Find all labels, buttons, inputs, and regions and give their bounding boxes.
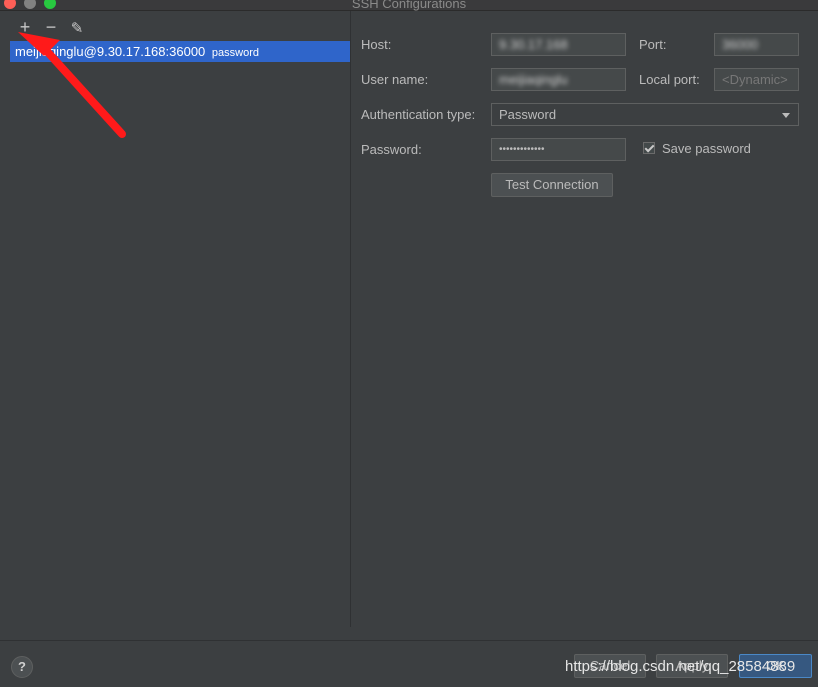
user-name-label: User name:	[361, 72, 429, 87]
password-field[interactable]: •••••••••••••	[491, 138, 626, 161]
save-password-checkbox[interactable]	[643, 142, 655, 154]
user-name-field[interactable]: meijiaqinglu	[491, 68, 626, 91]
auth-type-label: Authentication type:	[361, 107, 476, 122]
plus-icon: +	[19, 17, 31, 37]
config-host-label: meijiaqinglu@9.30.17.168:36000	[15, 44, 206, 59]
port-field[interactable]: 36000	[714, 33, 799, 56]
help-button[interactable]: ?	[11, 656, 33, 678]
config-list-item[interactable]: meijiaqinglu@9.30.17.168:36000 password	[10, 41, 350, 62]
auth-type-select[interactable]: Password	[491, 103, 799, 126]
save-password-label: Save password	[662, 141, 751, 156]
apply-button[interactable]: Apply	[656, 654, 728, 678]
local-port-field[interactable]: <Dynamic>	[714, 68, 799, 91]
minus-icon: −	[45, 17, 57, 37]
chevron-down-icon	[782, 113, 790, 118]
host-field[interactable]: 9.30.17.168	[491, 33, 626, 56]
footer-divider	[0, 640, 818, 641]
test-connection-button[interactable]: Test Connection	[491, 173, 613, 197]
host-value: 9.30.17.168	[499, 37, 568, 52]
cancel-button[interactable]: Cancel	[574, 654, 646, 678]
add-config-button[interactable]: +	[15, 17, 35, 37]
host-label: Host:	[361, 37, 392, 52]
user-name-value: meijiaqinglu	[499, 72, 568, 87]
config-list-panel	[0, 11, 351, 627]
auth-type-value: Password	[499, 107, 557, 122]
local-port-label: Local port:	[639, 72, 700, 87]
window-titlebar: SSH Configurations	[0, 0, 818, 11]
edit-config-button[interactable]: ✎	[67, 17, 87, 37]
pencil-icon: ✎	[70, 20, 84, 37]
remove-config-button[interactable]: −	[41, 17, 61, 37]
question-mark-icon: ?	[18, 659, 26, 674]
port-label: Port:	[639, 37, 667, 52]
ok-button[interactable]: OK	[739, 654, 812, 678]
window-title: SSH Configurations	[351, 0, 467, 11]
password-label: Password:	[361, 142, 422, 157]
port-value: 36000	[722, 37, 759, 52]
config-auth-tag: password	[211, 47, 259, 59]
